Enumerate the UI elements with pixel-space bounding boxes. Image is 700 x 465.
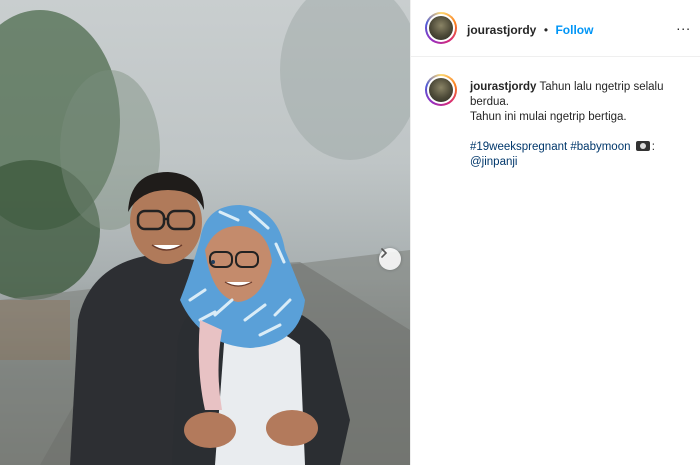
- caption-avatar[interactable]: [425, 74, 457, 106]
- more-options-icon[interactable]: ...: [676, 17, 691, 33]
- follow-button[interactable]: Follow: [555, 23, 593, 37]
- separator-dot: •: [543, 23, 549, 37]
- header-username[interactable]: jourastjordy: [467, 23, 536, 37]
- avatar-image: [429, 78, 453, 102]
- post-side-panel: jourastjordy • Follow ... jourastjordy Ta…: [410, 0, 700, 465]
- chevron-right-icon: [381, 248, 388, 258]
- caption-line-2: Tahun ini mulai ngetrip bertiga.: [470, 111, 627, 123]
- post-caption: jourastjordy Tahun lalu ngetrip selalu be…: [470, 80, 695, 170]
- post-header: jourastjordy • Follow ...: [411, 0, 700, 57]
- photo-illustration: [0, 0, 410, 465]
- credit-colon: :: [651, 141, 655, 153]
- mention-jinpanji[interactable]: @jinpanji: [470, 155, 695, 170]
- avatar[interactable]: [425, 12, 457, 44]
- next-photo-button[interactable]: [379, 248, 401, 270]
- hashtag-babymoon[interactable]: #babymoon: [570, 141, 630, 153]
- post-photo[interactable]: [0, 0, 410, 465]
- caption-tags-line: #19weekspregnant #babymoon :: [470, 140, 695, 155]
- avatar-image: [429, 16, 453, 40]
- camera-emoji-icon: [635, 141, 650, 151]
- caption-username[interactable]: jourastjordy: [470, 81, 536, 93]
- header-user-line: jourastjordy • Follow: [467, 21, 593, 39]
- hashtag-19weekspregnant[interactable]: #19weekspregnant: [470, 141, 567, 153]
